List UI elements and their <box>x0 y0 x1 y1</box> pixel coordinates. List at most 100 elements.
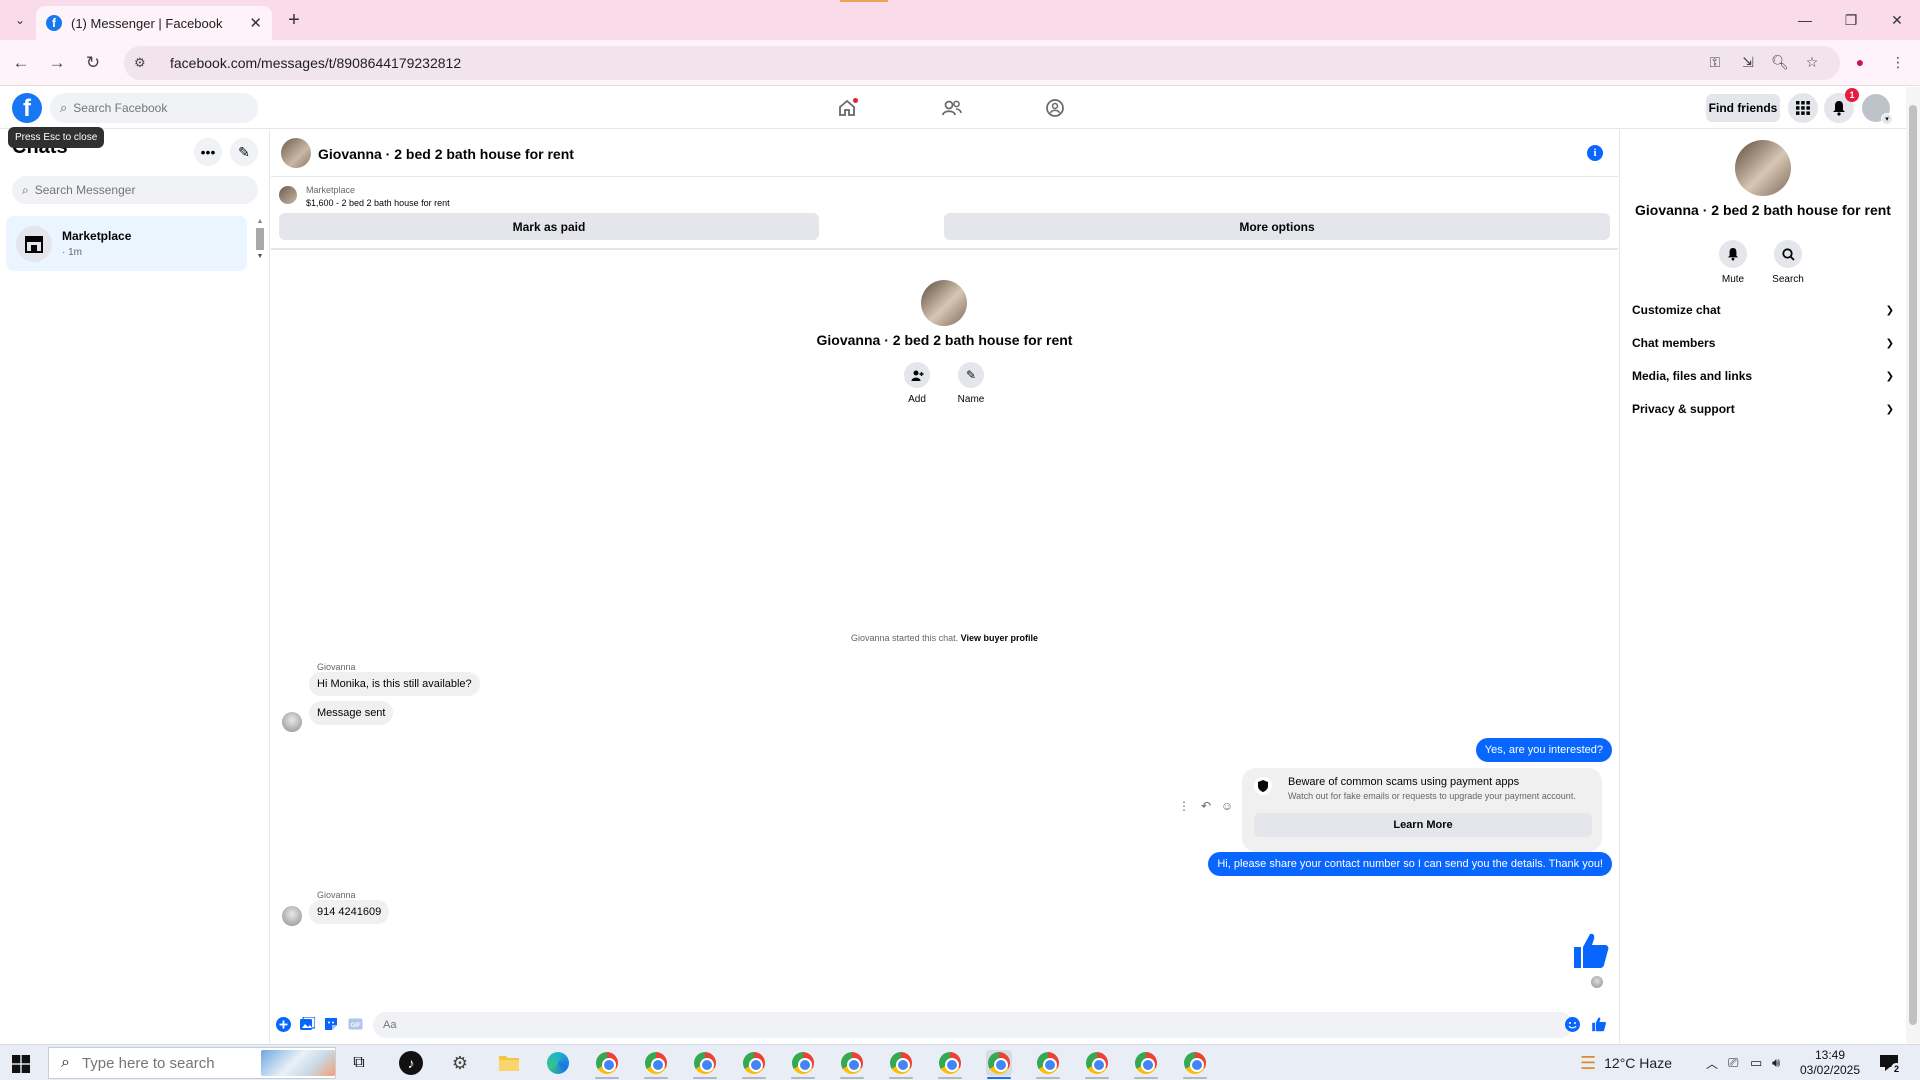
home-icon[interactable] <box>833 95 861 121</box>
chrome-profile-icon[interactable] <box>839 1050 865 1076</box>
chrome-profile-icon[interactable] <box>888 1050 914 1076</box>
scroll-up-icon[interactable]: ▲ <box>255 218 265 225</box>
search-icon[interactable] <box>1774 240 1802 268</box>
chrome-profile-icon[interactable] <box>1182 1050 1208 1076</box>
windows-start-icon[interactable] <box>12 1055 30 1073</box>
close-tab-icon[interactable]: ✕ <box>249 14 262 32</box>
learn-more-button[interactable]: Learn More <box>1254 813 1592 837</box>
weather-widget[interactable]: ☰ 12°C Haze <box>1580 1045 1672 1080</box>
mark-as-paid-button[interactable]: Mark as paid <box>279 213 819 240</box>
name-action[interactable]: ✎ Name <box>946 362 996 405</box>
notifications-bell-icon[interactable]: 1 <box>1824 88 1859 123</box>
site-info-icon[interactable]: ⚙ <box>134 55 156 71</box>
facebook-logo-icon[interactable]: f <box>12 93 42 123</box>
center-avatar[interactable] <box>921 280 967 326</box>
menu-grid-icon[interactable] <box>1788 93 1818 123</box>
incoming-message[interactable]: 914 4241609 <box>309 900 390 924</box>
friends-icon[interactable] <box>938 95 966 121</box>
task-view-icon[interactable]: ⧉ <box>346 1050 372 1076</box>
chat-members-section[interactable]: Chat members ❯ <box>1632 330 1894 356</box>
customize-chat-section[interactable]: Customize chat ❯ <box>1632 297 1894 323</box>
message-input[interactable] <box>373 1012 1573 1038</box>
tab-search-chevron-icon[interactable]: ⌄ <box>10 10 30 30</box>
info-avatar[interactable] <box>1735 140 1791 196</box>
listing-title[interactable]: $1,600 - 2 bed 2 bath house for rent <box>306 198 450 208</box>
chrome-profile-icon[interactable] <box>1035 1050 1061 1076</box>
settings-gear-icon[interactable]: ⚙ <box>447 1050 473 1076</box>
more-options-button[interactable]: More options <box>944 213 1610 240</box>
chrome-profile-icon[interactable] <box>937 1050 963 1076</box>
browser-tab-active[interactable]: f (1) Messenger | Facebook ✕ <box>36 6 272 40</box>
facebook-search[interactable]: ⌕ <box>50 93 258 123</box>
action-center-icon[interactable]: 2 <box>1878 1052 1902 1074</box>
mute-action[interactable]: Mute <box>1705 240 1761 285</box>
scroll-down-icon[interactable]: ▼ <box>255 253 265 260</box>
network-icon[interactable]: ▭ <box>1750 1045 1762 1080</box>
view-buyer-profile-link[interactable]: View buyer profile <box>961 633 1038 643</box>
messenger-search[interactable]: ⌕ <box>12 176 258 204</box>
zoom-icon[interactable]: 🔍︎ <box>1769 51 1791 73</box>
facebook-search-input[interactable] <box>73 101 234 115</box>
meet-now-icon[interactable]: ⎚ <box>1728 1045 1738 1080</box>
add-person-icon[interactable] <box>904 362 930 388</box>
address-bar[interactable]: ⚙ facebook.com/messages/t/89086441792328… <box>124 46 1840 80</box>
chat-list-item[interactable]: Marketplace · 1m <box>6 216 247 271</box>
chrome-profile-icon[interactable] <box>692 1050 718 1076</box>
chat-list-scrollbar[interactable]: ▲ ▼ <box>255 218 265 268</box>
sender-avatar[interactable] <box>282 712 302 732</box>
chrome-menu-icon[interactable]: ⋮ <box>1887 51 1909 73</box>
gif-icon[interactable]: GIF <box>347 1016 363 1032</box>
more-options-icon[interactable]: ••• <box>194 138 222 166</box>
plus-icon[interactable] <box>275 1016 291 1032</box>
listing-thumbnail[interactable] <box>279 186 297 204</box>
install-app-icon[interactable]: ⇲ <box>1737 51 1759 73</box>
chrome-profile-icon-active[interactable] <box>986 1050 1012 1076</box>
password-key-icon[interactable]: ⚿ <box>1704 51 1726 73</box>
emoji-icon[interactable] <box>1564 1016 1580 1032</box>
chrome-profile-icon[interactable] <box>1084 1050 1110 1076</box>
volume-icon[interactable]: 🔊︎ <box>1772 1045 1780 1080</box>
sender-avatar[interactable] <box>282 906 302 926</box>
new-message-icon[interactable]: ✎ <box>230 138 258 166</box>
more-actions-icon[interactable]: ⋮ <box>1176 798 1192 814</box>
find-friends-button[interactable]: Find friends <box>1706 94 1780 122</box>
add-action[interactable]: Add <box>892 362 942 405</box>
tiktok-app-icon[interactable]: ♪ <box>398 1050 424 1076</box>
conversation-title[interactable]: Giovanna · 2 bed 2 bath house for rent <box>318 146 574 162</box>
outgoing-message[interactable]: Hi, please share your contact number so … <box>1208 852 1612 876</box>
photo-icon[interactable] <box>299 1016 315 1032</box>
sticker-icon[interactable] <box>323 1016 339 1032</box>
chrome-profile-icon[interactable] <box>790 1050 816 1076</box>
minimize-icon[interactable]: — <box>1790 8 1820 32</box>
privacy-support-section[interactable]: Privacy & support ❯ <box>1632 396 1894 422</box>
close-window-icon[interactable]: ✕ <box>1882 8 1912 32</box>
info-icon[interactable]: i <box>1587 145 1603 161</box>
file-explorer-icon[interactable] <box>496 1050 522 1076</box>
conversation-avatar[interactable] <box>281 138 311 168</box>
system-clock[interactable]: 13:49 03/02/2025 <box>1796 1048 1864 1078</box>
send-like-icon[interactable] <box>1591 1016 1607 1032</box>
new-tab-icon[interactable]: + <box>282 8 306 32</box>
bookmark-star-icon[interactable]: ☆ <box>1801 51 1823 73</box>
thumbs-up-sticker-icon[interactable] <box>1571 930 1611 970</box>
pencil-icon[interactable]: ✎ <box>958 362 984 388</box>
reply-icon[interactable]: ↶ <box>1198 798 1214 814</box>
taskbar-search-input[interactable] <box>81 1054 232 1072</box>
page-scrollbar[interactable] <box>1906 87 1920 1044</box>
incoming-message[interactable]: Hi Monika, is this still available? <box>309 672 480 696</box>
profile-icon[interactable]: ● <box>1849 51 1871 73</box>
incoming-message[interactable]: Message sent <box>309 701 394 725</box>
scroll-thumb[interactable] <box>256 228 264 250</box>
messenger-search-input[interactable] <box>34 183 225 197</box>
bell-icon[interactable] <box>1719 240 1747 268</box>
page-scroll-thumb[interactable] <box>1909 105 1917 1025</box>
chrome-profile-icon[interactable] <box>643 1050 669 1076</box>
forward-icon[interactable]: → <box>45 51 69 75</box>
search-action[interactable]: Search <box>1760 240 1816 285</box>
account-chevron-down-icon[interactable]: ▾ <box>1881 113 1893 125</box>
react-emoji-icon[interactable]: ☺ <box>1219 798 1235 814</box>
chrome-profile-icon[interactable] <box>594 1050 620 1076</box>
groups-icon[interactable] <box>1041 95 1069 121</box>
taskbar-search[interactable]: ⌕ <box>48 1047 336 1079</box>
chrome-profile-icon[interactable] <box>1133 1050 1159 1076</box>
